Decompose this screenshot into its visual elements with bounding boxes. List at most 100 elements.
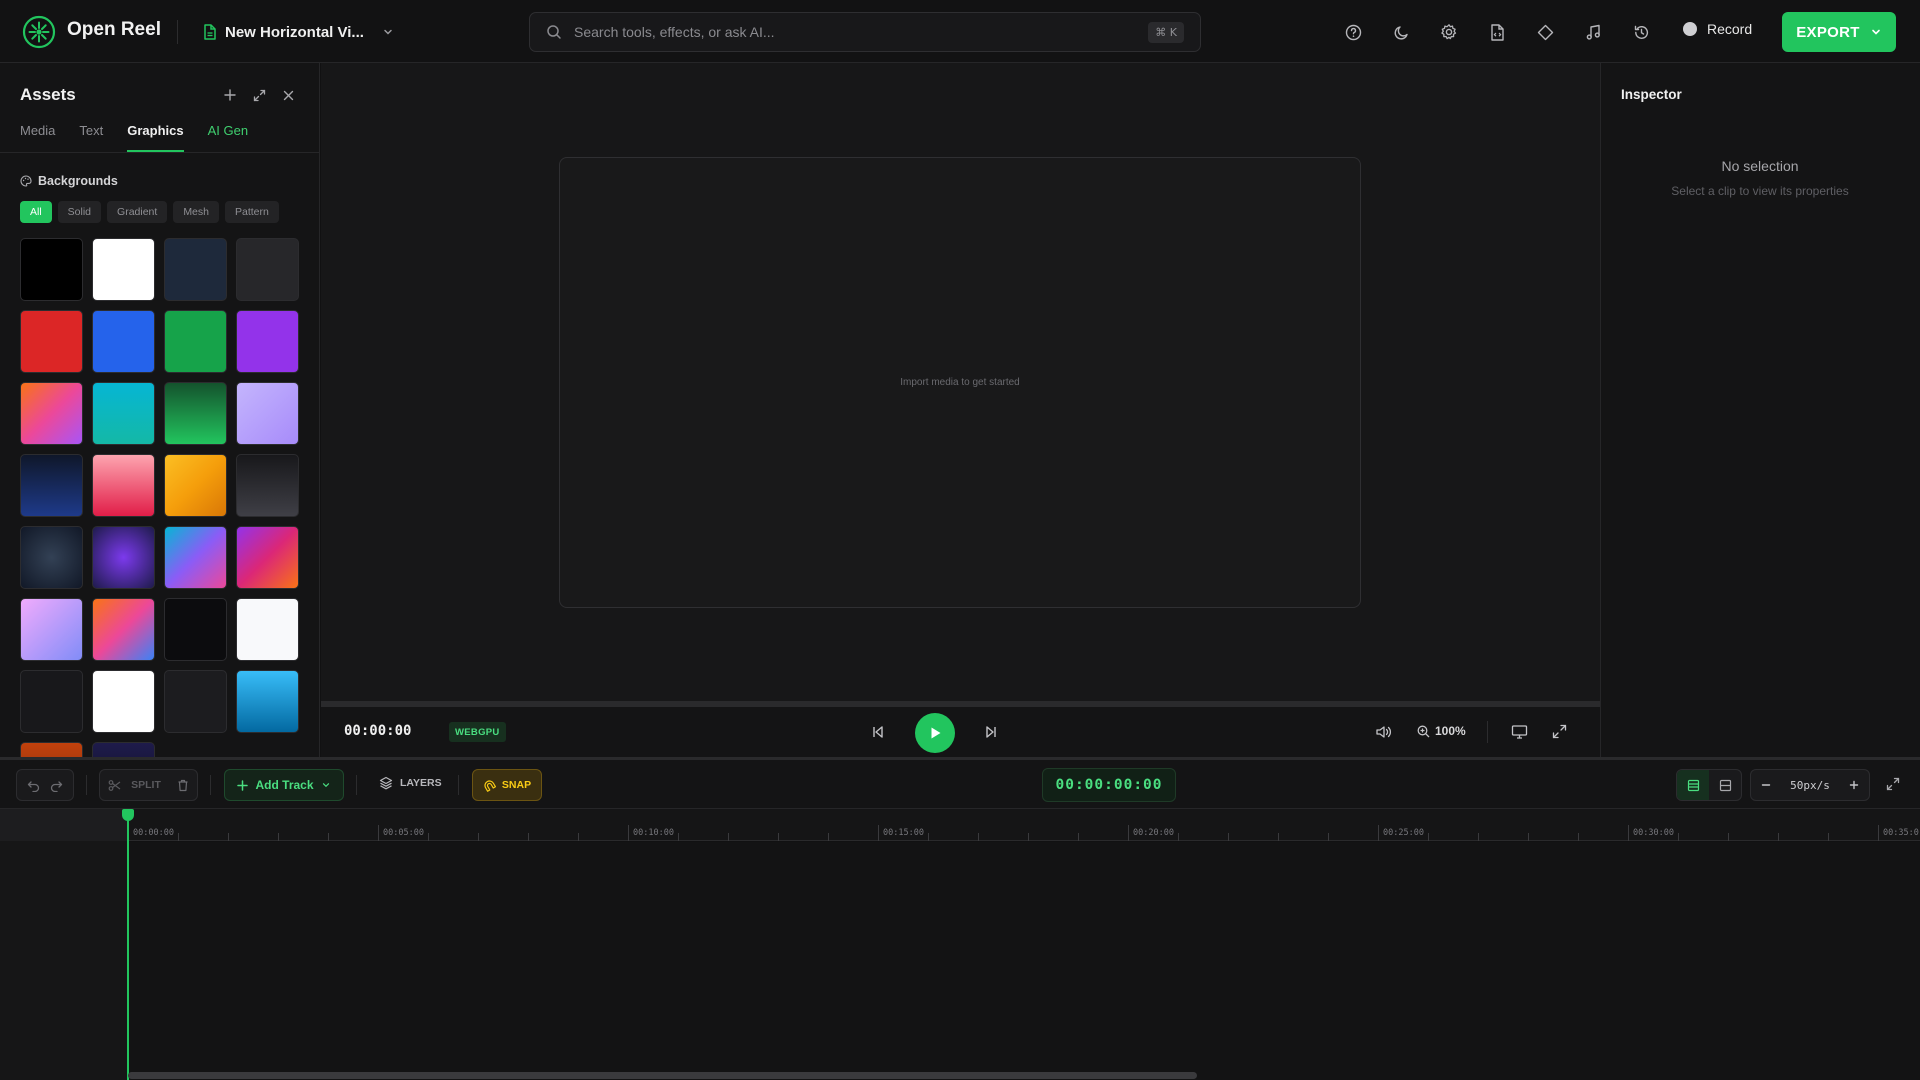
background-swatch[interactable]	[92, 382, 155, 445]
skip-back-icon[interactable]	[870, 724, 886, 740]
ruler-tick	[1478, 833, 1479, 841]
record-label: Record	[1707, 21, 1753, 37]
filter-solid[interactable]: Solid	[57, 201, 102, 223]
search-bar[interactable]: Search tools, effects, or ask AI... ⌘ K	[529, 12, 1201, 52]
background-swatch[interactable]	[164, 598, 227, 661]
snap-toggle[interactable]: SNAP	[472, 769, 542, 801]
compact-tracks-icon[interactable]	[1709, 770, 1741, 800]
background-swatch[interactable]	[92, 742, 155, 757]
ruler-tick	[1378, 825, 1379, 841]
empty-canvas-hint: Import media to get started	[900, 377, 1020, 388]
background-swatch[interactable]	[164, 454, 227, 517]
background-swatch[interactable]	[236, 382, 299, 445]
background-swatch[interactable]	[92, 454, 155, 517]
split-button[interactable]: SPLIT	[131, 779, 161, 791]
background-swatch[interactable]	[20, 598, 83, 661]
split-delete-group: SPLIT	[99, 769, 198, 801]
skip-forward-icon[interactable]	[983, 724, 999, 740]
timeline-zoom-value: 50px/s	[1790, 778, 1830, 792]
record-button[interactable]: Record	[1683, 21, 1752, 37]
tab-ai-gen[interactable]: AI Gen	[208, 123, 248, 151]
background-swatch[interactable]	[236, 238, 299, 301]
background-swatch[interactable]	[164, 526, 227, 589]
background-swatch[interactable]	[92, 238, 155, 301]
background-swatch[interactable]	[236, 670, 299, 733]
undo-icon[interactable]	[27, 779, 40, 792]
close-icon[interactable]	[280, 87, 296, 103]
playhead-handle[interactable]	[122, 809, 134, 821]
ruler-tick	[778, 833, 779, 841]
zoom-out-icon[interactable]	[1761, 780, 1771, 790]
filter-mesh[interactable]: Mesh	[173, 201, 219, 223]
background-swatch[interactable]	[236, 598, 299, 661]
palette-icon	[20, 175, 32, 187]
ruler-label: 00:20:00	[1133, 828, 1174, 838]
timeline-horizontal-scrollbar[interactable]	[128, 1072, 1197, 1079]
background-swatch[interactable]	[92, 670, 155, 733]
background-swatch-grid	[20, 238, 300, 757]
volume-icon[interactable]	[1375, 724, 1392, 740]
track-headers-corner	[0, 809, 128, 841]
history-icon[interactable]	[1629, 20, 1653, 44]
background-swatch[interactable]	[164, 238, 227, 301]
music-note-icon[interactable]	[1581, 20, 1605, 44]
monitor-icon[interactable]	[1511, 724, 1528, 740]
add-track-button[interactable]: Add Track	[224, 769, 344, 801]
background-swatch[interactable]	[20, 742, 83, 757]
ruler-tick	[278, 833, 279, 841]
file-code-icon[interactable]	[1485, 20, 1509, 44]
background-swatch[interactable]	[92, 526, 155, 589]
project-name-dropdown[interactable]: New Horizontal Vi...	[203, 21, 394, 43]
background-swatch[interactable]	[164, 310, 227, 373]
timeline-ruler[interactable]: 00:00:00 00:05:00 00:10:00 00:15:00 00:2…	[128, 809, 1920, 841]
track-view-toggle	[1676, 769, 1742, 801]
filter-pattern[interactable]: Pattern	[225, 201, 279, 223]
tab-text[interactable]: Text	[79, 123, 103, 151]
layers-label: LAYERS	[400, 777, 442, 789]
background-swatch[interactable]	[20, 238, 83, 301]
play-button[interactable]	[915, 713, 955, 753]
maximize-timeline-icon[interactable]	[1886, 777, 1900, 791]
ruler-tick	[628, 825, 629, 841]
background-swatch[interactable]	[20, 670, 83, 733]
expanded-tracks-icon[interactable]	[1677, 770, 1709, 800]
expand-icon[interactable]	[251, 87, 267, 103]
background-swatch[interactable]	[92, 598, 155, 661]
moon-icon[interactable]	[1389, 20, 1413, 44]
background-swatch[interactable]	[236, 454, 299, 517]
background-swatch[interactable]	[20, 454, 83, 517]
ruler-tick	[1828, 833, 1829, 841]
gear-icon[interactable]	[1437, 20, 1461, 44]
redo-icon[interactable]	[50, 779, 63, 792]
filter-gradient[interactable]: Gradient	[107, 201, 168, 223]
ruler-tick	[1078, 833, 1079, 841]
background-swatch[interactable]	[92, 310, 155, 373]
tab-media[interactable]: Media	[20, 123, 55, 151]
playhead-line[interactable]	[127, 816, 129, 1080]
trash-icon[interactable]	[177, 779, 189, 792]
timeline-zoom-control: 50px/s	[1750, 769, 1870, 801]
zoom-in-icon[interactable]	[1849, 780, 1859, 790]
background-swatch[interactable]	[236, 310, 299, 373]
search-input[interactable]: Search tools, effects, or ask AI...	[574, 24, 1136, 40]
project-name: New Horizontal Vi...	[225, 23, 364, 41]
background-swatch[interactable]	[20, 382, 83, 445]
plus-icon[interactable]	[222, 87, 238, 103]
diamond-icon[interactable]	[1533, 20, 1557, 44]
tab-graphics[interactable]: Graphics	[127, 123, 184, 152]
export-button[interactable]: EXPORT	[1782, 12, 1896, 52]
preview-canvas[interactable]: Import media to get started	[559, 157, 1361, 608]
magnet-icon	[483, 779, 496, 792]
background-swatch[interactable]	[164, 382, 227, 445]
background-swatch[interactable]	[164, 670, 227, 733]
timeline-tracks-area[interactable]	[128, 842, 1920, 1080]
layers-button[interactable]: LAYERS	[379, 776, 442, 790]
background-swatch[interactable]	[20, 310, 83, 373]
preview-zoom[interactable]: 100%	[1417, 724, 1466, 738]
filter-all[interactable]: All	[20, 201, 52, 223]
background-swatch[interactable]	[20, 526, 83, 589]
open-reel-logo-icon	[22, 15, 56, 49]
fullscreen-icon[interactable]	[1552, 724, 1567, 739]
background-swatch[interactable]	[236, 526, 299, 589]
help-icon[interactable]	[1341, 20, 1365, 44]
